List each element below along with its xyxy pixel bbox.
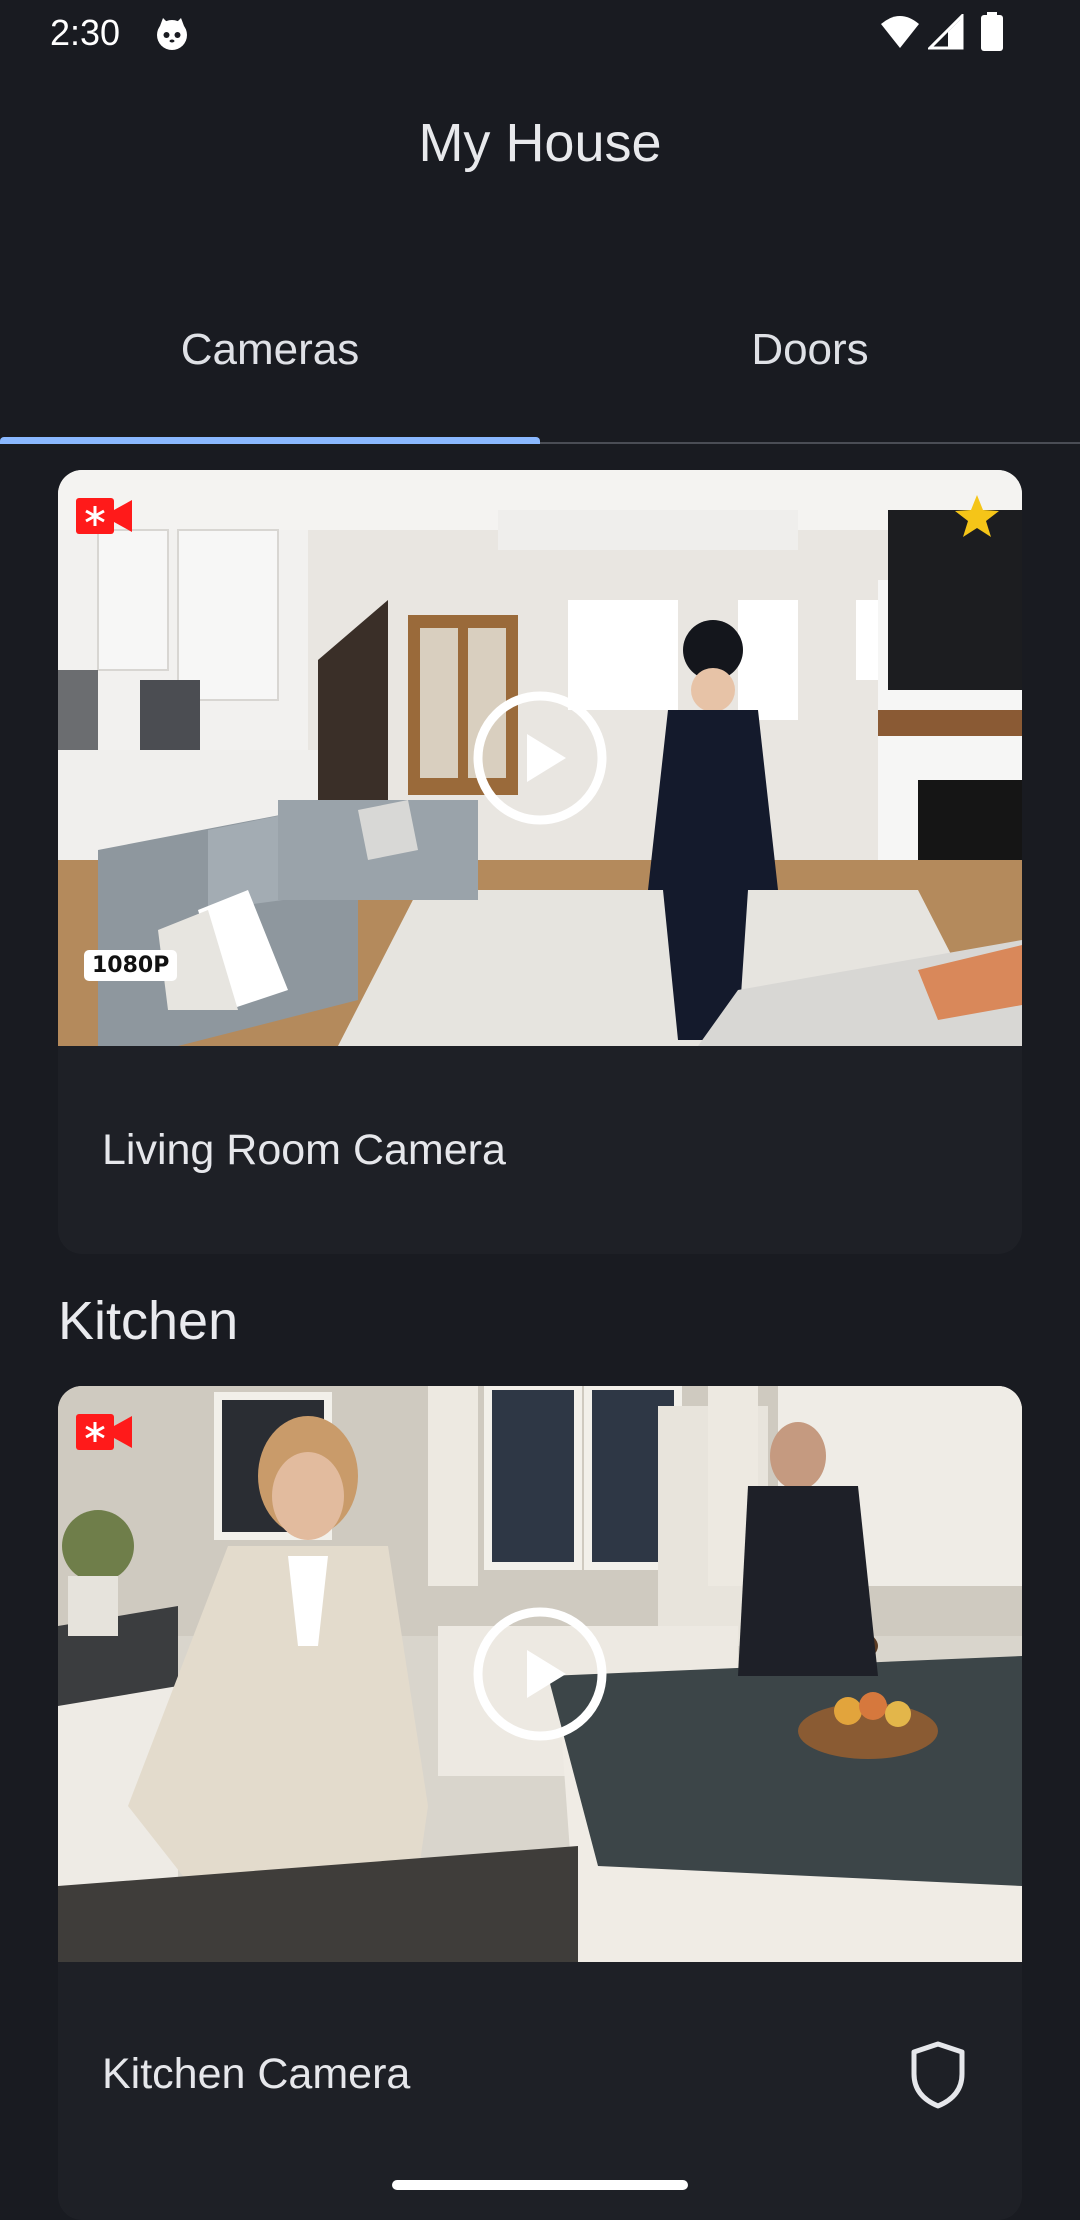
tab-bar: Cameras Doors xyxy=(0,280,1080,444)
app-title: My House xyxy=(418,113,662,173)
section-heading-kitchen: Kitchen xyxy=(58,1291,239,1351)
status-bar: 2:30 xyxy=(0,0,1080,66)
resolution-badge: 1080P xyxy=(84,950,178,981)
cat-icon xyxy=(157,18,187,50)
tab-doors[interactable]: Doors xyxy=(540,280,1080,420)
home-indicator[interactable] xyxy=(392,2180,688,2190)
camera-preview-living-room[interactable]: 1080P xyxy=(58,470,1022,1046)
shield-icon[interactable] xyxy=(908,2040,968,2110)
play-circle-icon[interactable] xyxy=(472,690,608,826)
status-time: 2:30 xyxy=(50,12,121,53)
video-record-icon xyxy=(76,498,132,534)
tab-cameras[interactable]: Cameras xyxy=(0,280,540,420)
camera-card-kitchen[interactable]: Kitchen Camera xyxy=(58,1386,1022,2220)
screen: 2:30 My House Cameras Doors 1080P Living… xyxy=(0,0,1080,2220)
play-circle-icon[interactable] xyxy=(472,1606,608,1742)
camera-name: Living Room Camera xyxy=(102,1126,506,1174)
tab-indicator xyxy=(0,437,540,444)
camera-preview-kitchen[interactable] xyxy=(58,1386,1022,1962)
favorite-star-icon[interactable] xyxy=(952,492,1002,542)
signal-icon xyxy=(928,14,964,50)
wifi-icon xyxy=(881,16,919,48)
video-record-icon xyxy=(76,1414,132,1450)
camera-card-living-room[interactable]: 1080P Living Room Camera xyxy=(58,470,1022,1254)
battery-icon xyxy=(981,12,1003,51)
camera-name: Kitchen Camera xyxy=(102,2050,411,2098)
